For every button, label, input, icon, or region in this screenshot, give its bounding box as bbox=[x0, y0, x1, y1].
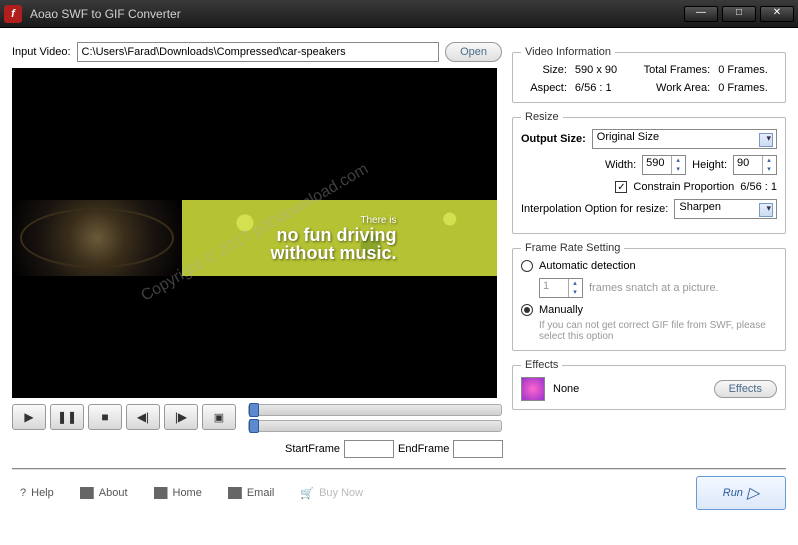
effects-group: Effects None Effects bbox=[512, 359, 786, 410]
video-info-legend: Video Information bbox=[521, 46, 615, 58]
preview-banner: There is no fun driving without music. bbox=[12, 200, 497, 276]
home-link[interactable]: Home bbox=[154, 487, 202, 500]
effect-name: None bbox=[553, 383, 579, 395]
effects-button[interactable]: Effects bbox=[714, 380, 777, 398]
constrain-checkbox[interactable]: ✓ Constrain Proportion bbox=[615, 181, 734, 193]
maximize-button[interactable]: □ bbox=[722, 6, 756, 22]
total-frames-label: Total Frames: bbox=[634, 64, 710, 76]
minimize-button[interactable]: — bbox=[684, 6, 718, 22]
banner-line2: no fun driving bbox=[271, 226, 397, 244]
title-bar: f Aoao SWF to GIF Converter — □ ✕ bbox=[0, 0, 798, 28]
constrain-label: Constrain Proportion bbox=[633, 181, 734, 193]
playback-slider[interactable] bbox=[248, 404, 502, 416]
about-icon bbox=[80, 487, 94, 499]
snatch-spinner: 1 bbox=[539, 278, 583, 298]
radio-icon bbox=[521, 304, 533, 316]
endframe-label: EndFrame bbox=[398, 443, 449, 455]
manual-label: Manually bbox=[539, 304, 583, 316]
run-button[interactable]: Run▷ bbox=[696, 476, 786, 510]
aspect-label: Aspect: bbox=[521, 82, 567, 94]
radio-icon bbox=[521, 260, 533, 272]
input-video-field[interactable] bbox=[77, 42, 440, 62]
stop-button[interactable]: ■ bbox=[88, 404, 122, 430]
help-icon: ? bbox=[20, 487, 26, 499]
banner-line1: There is bbox=[271, 215, 397, 226]
close-button[interactable]: ✕ bbox=[760, 6, 794, 22]
output-size-select[interactable]: Original Size bbox=[592, 129, 777, 149]
snapshot-button[interactable]: ▣ bbox=[202, 404, 236, 430]
snatch-label: frames snatch at a picture. bbox=[589, 282, 719, 294]
manual-hint: If you can not get correct GIF file from… bbox=[521, 320, 777, 342]
open-button[interactable]: Open bbox=[445, 42, 502, 62]
prev-frame-button[interactable]: ◀| bbox=[126, 404, 160, 430]
size-label: Size: bbox=[521, 64, 567, 76]
width-label: Width: bbox=[605, 159, 636, 171]
banner-line3: without music. bbox=[271, 244, 397, 262]
video-preview: There is no fun driving without music. C… bbox=[12, 68, 497, 398]
resize-group: Resize Output Size: Original Size Width:… bbox=[512, 111, 786, 234]
range-slider[interactable] bbox=[248, 420, 502, 432]
resize-legend: Resize bbox=[521, 111, 563, 123]
about-link[interactable]: About bbox=[80, 487, 128, 500]
input-video-label: Input Video: bbox=[12, 46, 71, 58]
interpolation-select[interactable]: Sharpen bbox=[674, 199, 777, 219]
output-size-label: Output Size: bbox=[521, 133, 586, 145]
manually-radio[interactable]: Manually bbox=[521, 304, 777, 316]
frame-rate-group: Frame Rate Setting Automatic detection 1… bbox=[512, 242, 786, 351]
startframe-input[interactable] bbox=[344, 440, 394, 458]
auto-detection-radio[interactable]: Automatic detection bbox=[521, 260, 777, 272]
buy-now-link[interactable]: 🛒Buy Now bbox=[300, 487, 363, 500]
next-frame-button[interactable]: |▶ bbox=[164, 404, 198, 430]
constrain-ratio: 6/56 : 1 bbox=[740, 181, 777, 193]
app-logo-icon: f bbox=[4, 5, 22, 23]
camera-icon: ▣ bbox=[214, 411, 224, 424]
work-area-label: Work Area: bbox=[634, 82, 710, 94]
framerate-legend: Frame Rate Setting bbox=[521, 242, 624, 254]
work-area-value: 0 Frames. bbox=[718, 82, 777, 94]
window-title: Aoao SWF to GIF Converter bbox=[30, 7, 684, 21]
speaker-image bbox=[12, 200, 182, 276]
home-icon bbox=[154, 487, 168, 499]
play-button[interactable]: ▶ bbox=[12, 404, 46, 430]
aspect-value: 6/56 : 1 bbox=[575, 82, 626, 94]
width-spinner[interactable]: 590 bbox=[642, 155, 686, 175]
size-value: 590 x 90 bbox=[575, 64, 626, 76]
interpolation-label: Interpolation Option for resize: bbox=[521, 203, 668, 215]
height-label: Height: bbox=[692, 159, 727, 171]
startframe-label: StartFrame bbox=[285, 443, 340, 455]
arrow-right-icon: ▷ bbox=[747, 483, 759, 503]
checkbox-icon: ✓ bbox=[615, 181, 627, 193]
email-link[interactable]: Email bbox=[228, 487, 275, 500]
total-frames-value: 0 Frames. bbox=[718, 64, 777, 76]
email-icon bbox=[228, 487, 242, 499]
help-link[interactable]: ?Help bbox=[20, 487, 54, 500]
effects-legend: Effects bbox=[521, 359, 562, 371]
height-spinner[interactable]: 90 bbox=[733, 155, 777, 175]
pause-button[interactable]: ❚❚ bbox=[50, 404, 84, 430]
endframe-input[interactable] bbox=[453, 440, 503, 458]
video-information-group: Video Information Size: 590 x 90 Total F… bbox=[512, 46, 786, 103]
auto-label: Automatic detection bbox=[539, 260, 636, 272]
cart-icon: 🛒 bbox=[300, 487, 314, 500]
effect-thumbnail bbox=[521, 377, 545, 401]
